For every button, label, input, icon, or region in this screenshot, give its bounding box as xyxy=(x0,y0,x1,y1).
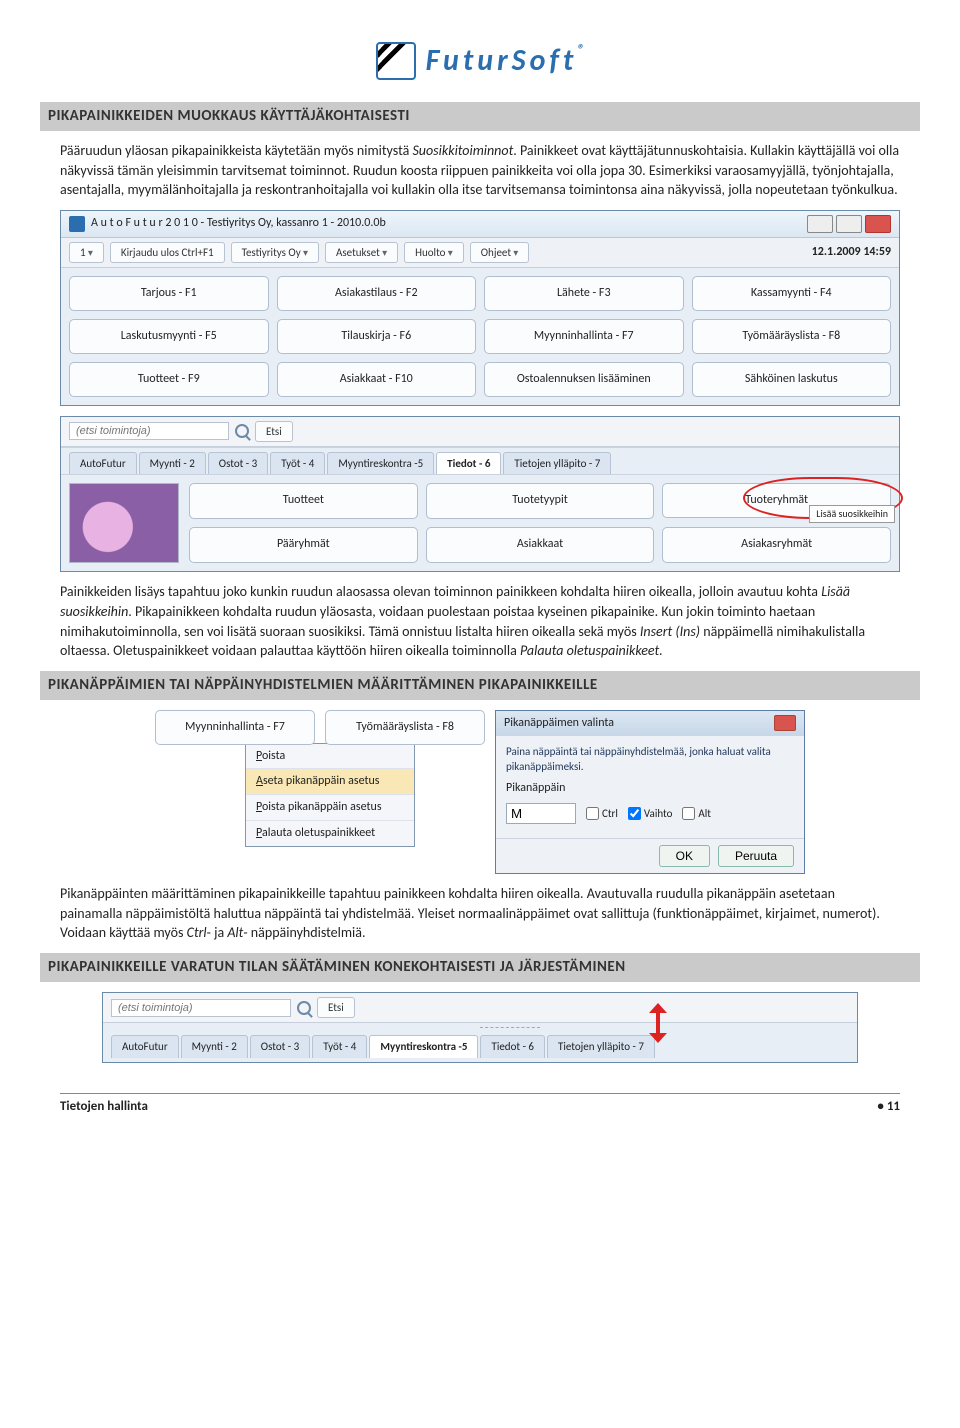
alt-checkbox[interactable]: Alt xyxy=(682,806,711,821)
tab[interactable]: Ostot - 3 xyxy=(208,452,268,474)
category-image xyxy=(69,483,179,563)
panel-button[interactable]: Pääryhmät xyxy=(189,527,418,563)
tab[interactable]: Myynti - 2 xyxy=(139,452,206,474)
maintenance-button[interactable]: Huolto xyxy=(404,242,464,263)
settings-button[interactable]: Asetukset xyxy=(325,242,398,263)
fav-button[interactable]: Ostoalennuksen lisääminen xyxy=(484,362,684,397)
hotkey-input[interactable] xyxy=(506,803,576,824)
menu-item-restore-defaults[interactable]: Palauta oletuspainikkeet xyxy=(246,821,414,846)
maximize-button[interactable] xyxy=(836,215,862,233)
ok-button[interactable]: OK xyxy=(659,845,710,867)
fav-button[interactable]: Tilauskirja - F6 xyxy=(277,319,477,354)
shift-checkbox[interactable]: Vaihto xyxy=(628,806,672,821)
app-icon xyxy=(69,216,85,232)
logo-flag-icon xyxy=(376,42,416,80)
logout-button[interactable]: Kirjaudu ulos Ctrl+F1 xyxy=(110,242,225,263)
fav-button[interactable]: Tarjous - F1 xyxy=(69,276,269,311)
page-footer: Tietojen hallinta • 11 xyxy=(60,1093,900,1116)
menu-item-set-hotkey[interactable]: Aseta pikanäppäin asetus xyxy=(246,769,414,795)
logo: FuturSoft® xyxy=(60,40,900,82)
fav-button[interactable]: Asiakastilaus - F2 xyxy=(277,276,477,311)
fav-button[interactable]: Tuotteet - F9 xyxy=(69,362,269,397)
fav-button[interactable]: Työmääräyslista - F8 xyxy=(325,710,485,745)
heading-2: PIKANÄPPÄIMIEN TAI NÄPPÄINYHDISTELMIEN M… xyxy=(40,671,920,700)
search-icon xyxy=(297,1001,311,1015)
fav-button[interactable]: Kassamyynti - F4 xyxy=(692,276,892,311)
menu-item-remove-hotkey[interactable]: Poista pikanäppäin asetus xyxy=(246,795,414,821)
window-title: A u t o F u t u r 2 0 1 0 - Testiyritys … xyxy=(91,215,386,232)
panel-button[interactable]: Asiakkaat xyxy=(426,527,655,563)
tab[interactable]: Myyntireskontra -5 xyxy=(327,452,434,474)
fav-button[interactable]: Asiakkaat - F10 xyxy=(277,362,477,397)
tab[interactable]: Tietojen ylläpito - 7 xyxy=(503,452,611,474)
company-dropdown[interactable]: Testiyritys Oy xyxy=(231,242,319,263)
paragraph-3: Pikanäppäinten määrittäminen pikapainikk… xyxy=(60,884,900,943)
search-button[interactable]: Etsi xyxy=(317,997,355,1018)
search-input[interactable] xyxy=(111,999,291,1017)
footer-page: • 11 xyxy=(877,1098,900,1116)
tab[interactable]: AutoFutur xyxy=(111,1035,179,1057)
resize-arrow-icon xyxy=(649,1009,667,1043)
screenshot-hotkey: Myynninhallinta - F7 Työmääräyslista - F… xyxy=(60,710,900,874)
paragraph-2: Painikkeiden lisäys tapahtuu joko kunkin… xyxy=(60,582,900,660)
fav-button[interactable]: Myynninhallinta - F7 xyxy=(155,710,315,745)
fav-button[interactable]: Lähete - F3 xyxy=(484,276,684,311)
panel-button[interactable]: Tuotetyypit xyxy=(426,483,655,519)
screenshot-lower-panel: Etsi AutoFutur Myynti - 2 Ostot - 3 Työt… xyxy=(60,416,900,573)
tab[interactable]: Työt - 4 xyxy=(312,1035,367,1057)
panel-button[interactable]: Tuotteet xyxy=(189,483,418,519)
window-titlebar: A u t o F u t u r 2 0 1 0 - Testiyritys … xyxy=(61,211,899,238)
search-button[interactable]: Etsi xyxy=(255,421,293,442)
ctrl-checkbox[interactable]: Ctrl xyxy=(586,806,618,821)
hotkey-label: Pikanäppäin xyxy=(506,780,794,797)
panel-button[interactable]: Asiakasryhmät xyxy=(662,527,891,563)
tab-active[interactable]: Tiedot - 6 xyxy=(436,452,501,474)
fav-button[interactable]: Myynninhallinta - F7 xyxy=(484,319,684,354)
heading-3: PIKAPAINIKKEILLE VARATUN TILAN SÄÄTÄMINE… xyxy=(40,953,920,982)
fav-button[interactable]: Sähköinen laskutus xyxy=(692,362,892,397)
dialog-hint: Paina näppäintä tai näppäinyhdistelmää, … xyxy=(506,744,794,775)
tab[interactable]: Tiedot - 6 xyxy=(480,1035,545,1057)
top-toolbar: 1 Kirjaudu ulos Ctrl+F1 Testiyritys Oy A… xyxy=(61,238,899,268)
clock: 12.1.2009 14:59 xyxy=(812,244,891,261)
close-button[interactable] xyxy=(774,715,796,731)
tab[interactable]: Työt - 4 xyxy=(270,452,325,474)
fav-button[interactable]: Laskutusmyynti - F5 xyxy=(69,319,269,354)
hotkey-dialog: Pikanäppäimen valinta Paina näppäintä ta… xyxy=(495,710,805,874)
logo-text: FuturSoft® xyxy=(426,40,585,82)
minimize-button[interactable] xyxy=(807,215,833,233)
screenshot-resize-strip: Etsi AutoFutur Myynti - 2 Ostot - 3 Työt… xyxy=(102,992,858,1063)
dialog-title: Pikanäppäimen valinta xyxy=(504,715,614,732)
tab[interactable]: Myynti - 2 xyxy=(181,1035,248,1057)
tab[interactable]: Tietojen ylläpito - 7 xyxy=(547,1035,655,1057)
paragraph-1: Pääruudun yläosan pikapainikkeista käyte… xyxy=(60,141,900,200)
screenshot-main-window: A u t o F u t u r 2 0 1 0 - Testiyritys … xyxy=(60,210,900,406)
fav-button[interactable]: Työmääräyslista - F8 xyxy=(692,319,892,354)
help-button[interactable]: Ohjeet xyxy=(470,242,530,263)
cancel-button[interactable]: Peruuta xyxy=(718,845,794,867)
search-icon xyxy=(235,424,249,438)
tab-active[interactable]: Myyntireskontra -5 xyxy=(369,1035,478,1057)
context-menu: Poista Aseta pikanäppäin asetus Poista p… xyxy=(245,743,415,847)
context-menu-item[interactable]: Lisää suosikkeihin xyxy=(809,505,895,523)
search-input[interactable] xyxy=(69,422,229,440)
heading-1: PIKAPAINIKKEIDEN MUOKKAUS KÄYTTÄJÄKOHTAI… xyxy=(40,102,920,131)
footer-left: Tietojen hallinta xyxy=(60,1098,148,1116)
close-button[interactable] xyxy=(865,215,891,233)
tab[interactable]: Ostot - 3 xyxy=(250,1035,310,1057)
menu-item-remove[interactable]: Poista xyxy=(246,744,414,770)
session-dropdown[interactable]: 1 xyxy=(69,242,104,263)
tab[interactable]: AutoFutur xyxy=(69,452,137,474)
